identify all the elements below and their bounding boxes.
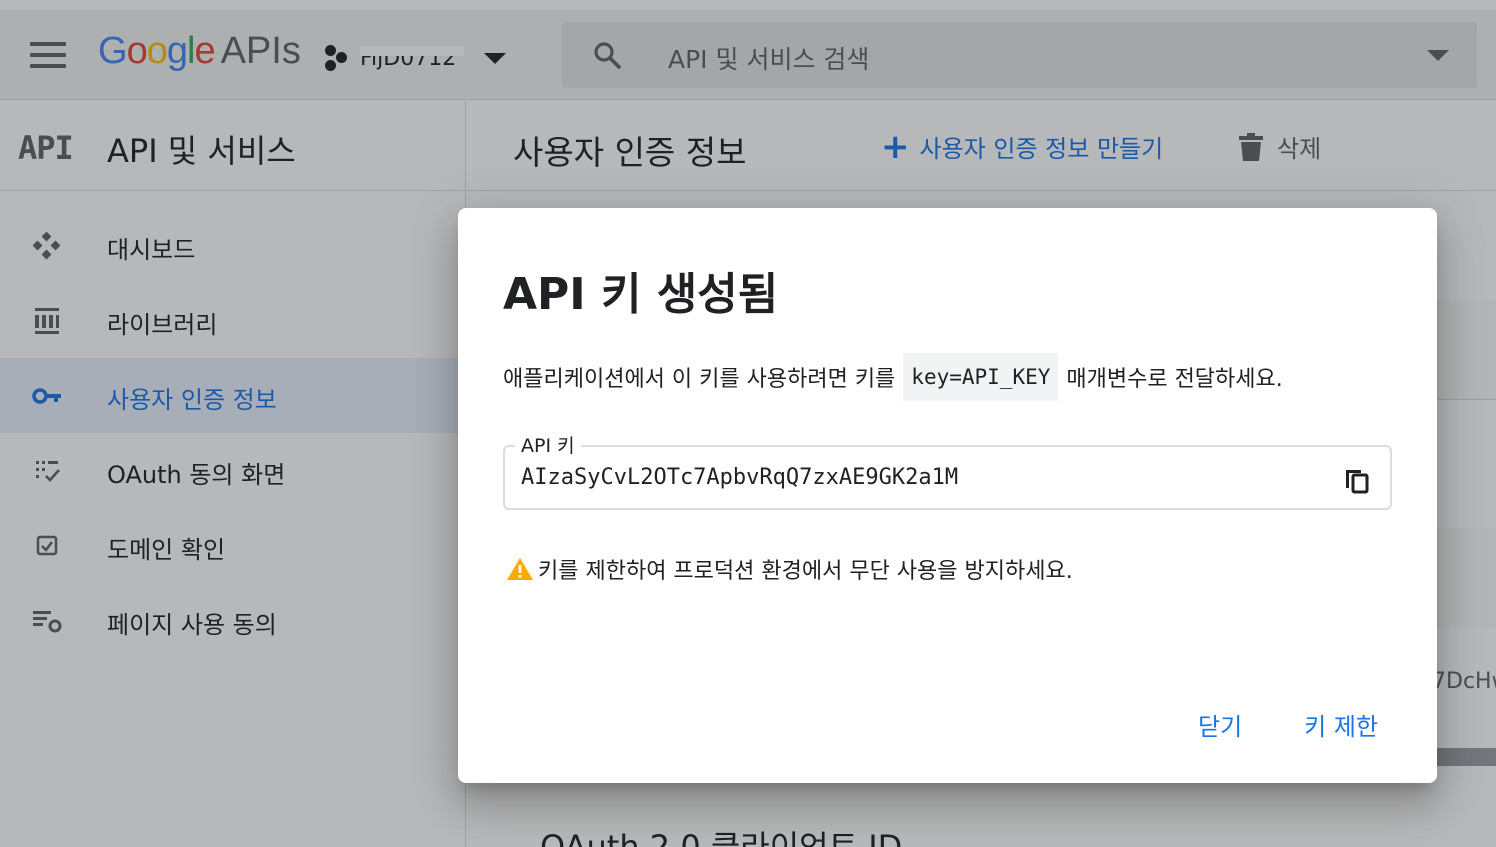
copy-icon[interactable] [1342,464,1372,494]
dialog-title: API 키 생성됨 [503,269,779,320]
key-param-code: key=API_KEY [903,353,1059,401]
description-text-start: 애플리케이션에서 이 키를 사용하려면 키를 [503,367,896,392]
api-key-field-label: API 키 [515,431,581,458]
api-key-field: API 키 [503,431,1392,510]
warning-icon [507,558,533,580]
api-key-created-dialog: API 키 생성됨 애플리케이션에서 이 키를 사용하려면 키를 key=API… [458,208,1437,783]
warning-text: 키를 제한하여 프로덕션 환경에서 무단 사용을 방지하세요. [538,559,1073,584]
api-key-input[interactable] [521,465,1301,490]
description-text-end: 매개변수로 전달하세요. [1066,367,1283,392]
dialog-actions: 닫기 키 제한 [1188,703,1388,746]
warning-message: 키를 제한하여 프로덕션 환경에서 무단 사용을 방지하세요. [506,553,1073,585]
restrict-key-button[interactable]: 키 제한 [1294,703,1388,746]
close-button[interactable]: 닫기 [1188,703,1252,746]
dialog-description: 애플리케이션에서 이 키를 사용하려면 키를 key=API_KEY 매개변수로… [503,353,1283,401]
